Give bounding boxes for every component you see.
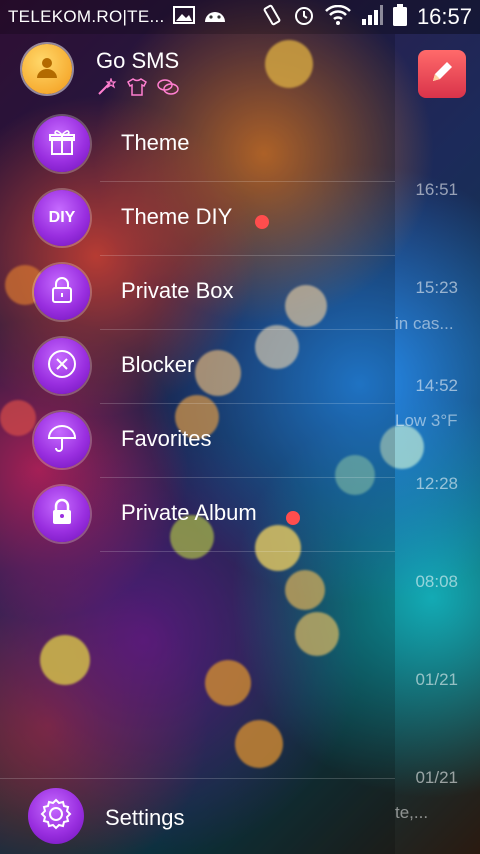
wifi-icon — [325, 4, 351, 30]
padlock-icon — [47, 497, 77, 532]
new-badge — [255, 215, 269, 229]
gear-icon — [39, 797, 73, 836]
gift-icon — [47, 127, 77, 162]
settings-button[interactable]: Settings — [0, 778, 395, 854]
diy-icon: DIY — [48, 209, 76, 226]
vibrate-icon — [261, 4, 283, 31]
umbrella-icon — [46, 422, 78, 459]
compose-button[interactable] — [418, 50, 466, 98]
block-x-icon — [46, 348, 78, 385]
menu-item-icon-circle — [34, 264, 90, 320]
menu-item-blocker[interactable]: Blocker — [0, 330, 395, 404]
chat-bubbles-icon[interactable] — [156, 78, 180, 101]
menu-item-theme[interactable]: Theme — [0, 108, 395, 182]
menu-item-icon-circle — [34, 338, 90, 394]
user-icon — [34, 54, 60, 85]
drawer-header: Go SMS — [0, 34, 395, 108]
menu-item-label: Theme — [121, 130, 190, 155]
settings-label: Settings — [105, 805, 185, 830]
status-bar: TELEKOM.RO|TE... 16:57 — [0, 0, 480, 34]
menu-item-label: Blocker — [121, 352, 195, 377]
divider — [0, 778, 395, 779]
alarm-icon — [293, 4, 315, 31]
menu-item-label: Theme DIY — [121, 204, 233, 229]
settings-icon-circle — [28, 788, 84, 844]
menu-item-theme-diy[interactable]: DIY Theme DIY — [0, 182, 395, 256]
signal-icon — [361, 4, 383, 30]
menu-item-icon-circle: DIY — [34, 190, 90, 246]
image-icon — [172, 5, 195, 29]
status-icons: 16:57 — [261, 3, 472, 31]
menu-item-private-album[interactable]: Private Album — [0, 478, 395, 552]
navigation-drawer: Go SMS Theme DIY Theme DIY Private Box B… — [0, 34, 395, 854]
menu-item-icon-circle — [34, 116, 90, 172]
screen: TELEKOM.RO|TE... 16:57 16:51 15:23 in ca… — [0, 0, 480, 854]
clock: 16:57 — [416, 4, 472, 29]
pencil-icon — [427, 57, 457, 92]
divider — [100, 551, 395, 552]
header-icon-row — [96, 77, 180, 101]
avatar[interactable] — [22, 44, 72, 94]
tshirt-icon[interactable] — [126, 78, 148, 101]
app-name: Go SMS — [96, 48, 180, 73]
carrier-name: TELEKOM.RO|TE... — [8, 7, 165, 26]
message-list[interactable] — [395, 34, 480, 854]
new-badge — [286, 511, 300, 525]
menu-item-label: Private Box — [121, 278, 234, 303]
menu-item-private-box[interactable]: Private Box — [0, 256, 395, 330]
lock-icon — [47, 275, 77, 310]
menu-item-label: Private Album — [121, 500, 257, 525]
menu-item-label: Favorites — [121, 426, 212, 451]
magic-wand-icon[interactable] — [96, 77, 118, 101]
android-icon — [203, 7, 227, 28]
menu-item-icon-circle — [34, 486, 90, 542]
battery-icon — [392, 3, 407, 31]
menu-item-favorites[interactable]: Favorites — [0, 404, 395, 478]
menu-item-icon-circle — [34, 412, 90, 468]
